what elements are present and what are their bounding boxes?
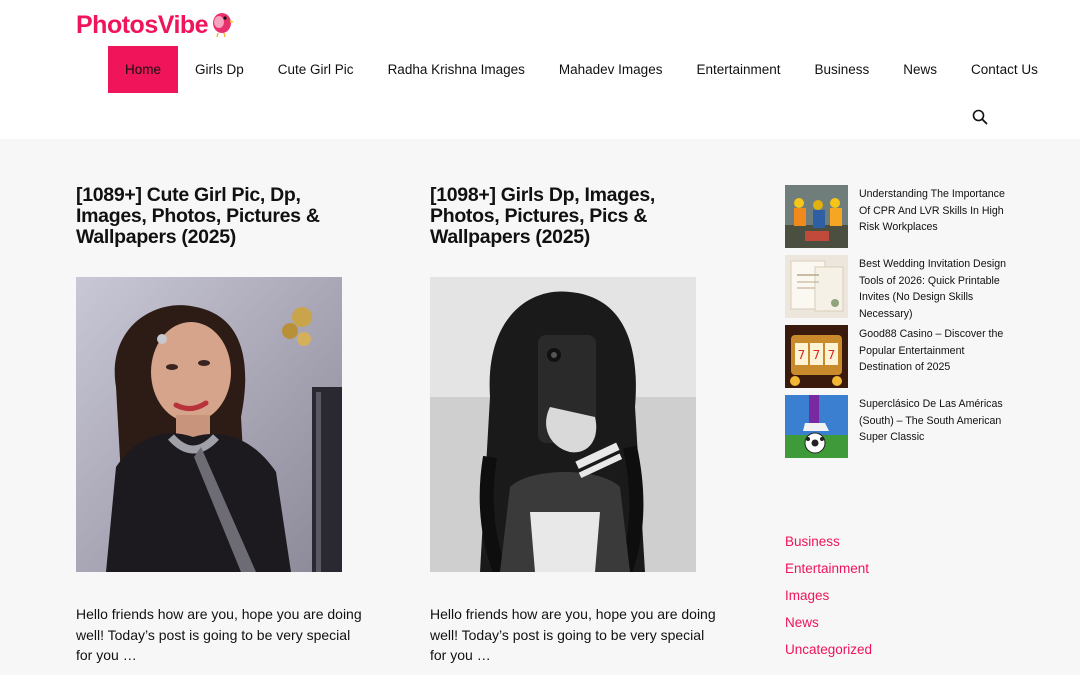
recent-post-thumbnail[interactable] [785,185,848,248]
nav-item-girls-dp[interactable]: Girls Dp [178,46,261,93]
post-image [76,277,342,572]
recent-post-title[interactable]: Understanding The Importance Of CPR And … [859,186,1015,236]
nav-item-radha-krishna-images[interactable]: Radha Krishna Images [371,46,542,93]
category-link-news[interactable]: News [785,613,872,640]
recent-post-thumbnail[interactable] [785,395,848,458]
logo-part2: Vibe [157,10,209,39]
recent-post-title[interactable]: Best Wedding Invitation Design Tools of … [859,256,1015,322]
recent-post-thumbnail[interactable]: 7 7 7 [785,325,848,388]
svg-text:7: 7 [798,348,806,362]
site-logo[interactable]: PhotosVibe [76,9,235,41]
recent-post-title[interactable]: Superclásico De Las Américas (South) – T… [859,396,1015,446]
category-link-business[interactable]: Business [785,532,872,559]
nav-item-cute-girl-pic[interactable]: Cute Girl Pic [261,46,371,93]
post-thumbnail[interactable] [76,277,342,572]
invitation-image [785,255,848,318]
category-list: Business Entertainment Images News Uncat… [785,532,872,667]
search-icon[interactable] [971,108,989,126]
recent-post-thumbnail[interactable] [785,255,848,318]
logo-text: PhotosVibe [76,10,209,40]
recent-posts: Understanding The Importance Of CPR And … [785,185,1015,465]
category-link-images[interactable]: Images [785,586,872,613]
post-image [430,277,696,572]
logo-part1: Photos [76,10,158,39]
casino-image: 7 7 7 [785,325,848,388]
list-item[interactable]: Best Wedding Invitation Design Tools of … [785,255,1015,322]
nav-item-news[interactable]: News [886,46,954,93]
post-card: [1098+] Girls Dp, Images, Photos, Pictur… [430,185,720,663]
nav-item-contact-us[interactable]: Contact Us [954,46,1055,93]
recent-post-title[interactable]: Good88 Casino – Discover the Popular Ent… [859,326,1015,376]
post-excerpt: Hello friends how are you, hope you are … [430,606,716,663]
list-item[interactable]: Superclásico De Las Américas (South) – T… [785,395,1015,459]
category-link-uncategorized[interactable]: Uncategorized [785,640,872,667]
list-item[interactable]: 7 7 7 Good88 Casino – Discover the Popul… [785,325,1015,389]
svg-text:7: 7 [828,348,836,362]
nav-item-entertainment[interactable]: Entertainment [679,46,797,93]
post-thumbnail[interactable] [430,277,696,572]
svg-text:7: 7 [813,348,821,362]
nav-item-home[interactable]: Home [108,46,179,93]
list-item[interactable]: Understanding The Importance Of CPR And … [785,185,1015,249]
nav-item-mahadev-images[interactable]: Mahadev Images [542,46,680,93]
main-nav: Home Girls Dp Cute Girl Pic Radha Krishn… [108,46,1055,93]
post-card: [1089+] Cute Girl Pic, Dp, Images, Photo… [76,185,366,663]
site-header: PhotosVibe Home Girls Dp Cute Girl Pic R… [0,0,1080,139]
post-title[interactable]: [1089+] Cute Girl Pic, Dp, Images, Photo… [76,185,366,248]
category-link-entertainment[interactable]: Entertainment [785,559,872,586]
post-title[interactable]: [1098+] Girls Dp, Images, Photos, Pictur… [430,185,720,248]
bird-icon [213,13,235,37]
nav-item-business[interactable]: Business [798,46,887,93]
post-excerpt: Hello friends how are you, hope you are … [76,606,362,663]
football-image [785,395,848,458]
workplace-image [785,185,848,248]
